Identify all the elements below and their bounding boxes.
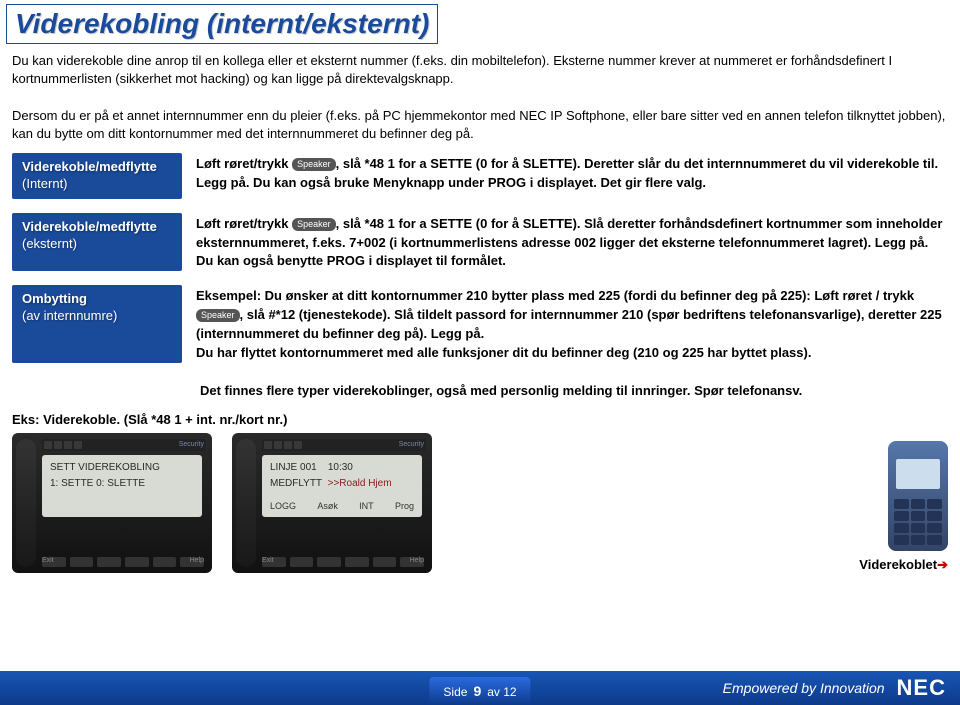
phone-illustration-2: Security LINJE 001 10:30 MEDFLYTT >>Roal… [232, 433, 432, 573]
mobile-phone-icon [888, 441, 948, 551]
section-label-ombytting: Ombytting (av internnumre) [12, 285, 182, 362]
mobile-col: Viderekoblet➔ [859, 441, 948, 573]
section-ombytting: Ombytting (av internnumre) Eksempel: Du … [0, 285, 960, 376]
page-title-bar: Viderekobling (internt/eksternt) [6, 4, 438, 44]
phone2-softkeys: Exit Help [262, 557, 424, 567]
footer-bar: Side9av 12 Empowered by Innovation NEC [0, 671, 960, 705]
mobile-label: Viderekoblet➔ [859, 557, 948, 573]
phone1-screen: SETT VIDEREKOBLING 1: SETTE 0: SLETTE [42, 455, 202, 517]
speaker-key-icon: Speaker [196, 309, 240, 322]
footer-tagline: Empowered by Innovation [723, 680, 885, 696]
example-heading: Eks: Viderekoble. (Slå *48 1 + int. nr./… [0, 400, 960, 433]
intro-p1: Du kan viderekoble dine anrop til en kol… [12, 52, 948, 88]
handset-icon [236, 439, 256, 567]
phone1-softkeys: Exit Help [42, 557, 204, 567]
section-body-ekstern: Løft røret/trykk Speaker, slå *48 1 for … [196, 213, 948, 272]
section-body-ombytting: Eksempel: Du ønsker at ditt kontornummer… [196, 285, 948, 362]
page-title: Viderekobling (internt/eksternt) [15, 8, 429, 40]
intro-p2: Dersom du er på et annet internnummer en… [12, 107, 948, 143]
section-intern: Viderekoble/medflytte (Internt) Løft rør… [0, 153, 960, 213]
phone-top-keys: Security [42, 439, 206, 451]
note-line: Det finnes flere typer viderekoblinger, … [0, 377, 960, 400]
phones-row: Security SETT VIDEREKOBLING 1: SETTE 0: … [0, 433, 960, 573]
section-ekstern: Viderekoble/medflytte (eksternt) Løft rø… [0, 213, 960, 286]
nec-logo: NEC [897, 675, 946, 701]
phone-top-keys: Security [262, 439, 426, 451]
speaker-key-icon: Speaker [292, 218, 336, 231]
section-body-intern: Løft røret/trykk Speaker, slå *48 1 for … [196, 153, 948, 199]
speaker-key-icon: Speaker [292, 158, 336, 171]
intro-text: Du kan viderekoble dine anrop til en kol… [0, 52, 960, 153]
section-label-intern: Viderekoble/medflytte (Internt) [12, 153, 182, 199]
section-label-ekstern: Viderekoble/medflytte (eksternt) [12, 213, 182, 272]
handset-icon [16, 439, 36, 567]
page-indicator: Side9av 12 [429, 677, 530, 705]
phone2-screen: LINJE 001 10:30 MEDFLYTT >>Roald Hjem LO… [262, 455, 422, 517]
phone-illustration-1: Security SETT VIDEREKOBLING 1: SETTE 0: … [12, 433, 212, 573]
arrow-right-icon: ➔ [937, 557, 948, 572]
